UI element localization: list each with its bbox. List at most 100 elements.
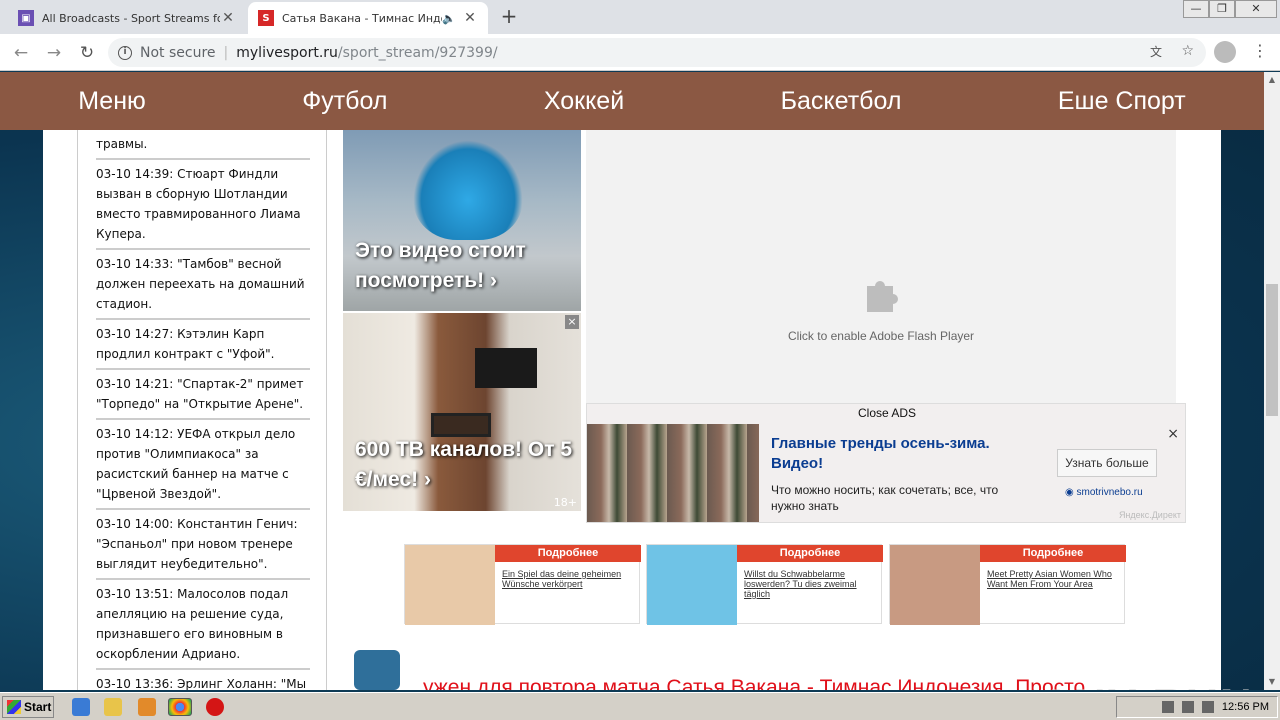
more-button[interactable]: Подробнее — [737, 545, 883, 562]
news-item[interactable]: травмы. — [96, 130, 310, 160]
tab-close-icon[interactable]: ✕ — [462, 10, 478, 26]
tab-all-broadcasts[interactable]: ▣ All Broadcasts - Sport Streams for ea … — [8, 2, 246, 34]
tab-title: All Broadcasts - Sport Streams for ea — [42, 11, 220, 25]
chrome-icon[interactable] — [168, 698, 192, 716]
more-button[interactable]: Подробнее — [495, 545, 641, 562]
news-item[interactable]: 03-10 14:12: УЕФА открыл дело против "Ол… — [96, 420, 310, 510]
folder-icon[interactable] — [104, 698, 122, 716]
volume-icon[interactable] — [1181, 701, 1194, 713]
yandex-direct-ad[interactable]: Close ADS Главные тренды осень-зима. Вид… — [586, 403, 1186, 523]
flash-enable-text: Click to enable Adobe Flash Player — [787, 329, 975, 343]
scroll-down-icon[interactable]: ▼ — [1264, 674, 1280, 690]
tab-title: Сатья Вакана - Тимнас Индоне — [282, 11, 442, 25]
browser-toolbar: ← → ↻ i Not secure | mylivesport.ru/spor… — [0, 34, 1280, 71]
ad-close-icon[interactable]: × — [565, 315, 579, 329]
content-area: травмы. 03-10 14:39: Стюарт Финдли вызва… — [43, 130, 1221, 690]
nav-basketball[interactable]: Баскетбол — [781, 87, 902, 116]
tv-channels-ad[interactable]: × 600 ТВ каналов! От 5 €/мес! › 18+ — [343, 313, 581, 511]
news-item[interactable]: 03-10 14:39: Стюарт Финдли вызван в сбор… — [96, 160, 310, 250]
more-button[interactable]: Подробнее — [980, 545, 1126, 562]
stop-icon[interactable] — [206, 698, 224, 716]
watermark-logo: ANY RUN — [1040, 680, 1254, 690]
nav-menu[interactable]: Меню — [78, 87, 146, 116]
news-time: 03-10 14:21: — [96, 377, 174, 391]
media-player-icon[interactable] — [138, 698, 156, 716]
news-column: травмы. 03-10 14:39: Стюарт Финдли вызва… — [77, 130, 327, 690]
browser-tabbar: ▣ All Broadcasts - Sport Streams for ea … — [0, 0, 1280, 34]
promo-card[interactable]: Подробнее Ein Spiel das deine geheimen W… — [404, 544, 641, 625]
page-viewport: Меню Футбол Хоккей Баскетбол Еше Спорт т… — [0, 72, 1264, 690]
promo-card[interactable]: Подробнее Willst du Schwabbelarme loswer… — [646, 544, 883, 625]
windows-taskbar: Start 12:56 PM — [0, 692, 1280, 720]
ad-domain[interactable]: ◉ smotrivnebo.ru — [1065, 487, 1143, 498]
ad-image — [475, 348, 537, 388]
video-ad[interactable]: Это видео стоит посмотреть! › — [343, 130, 581, 311]
news-time: 03-10 13:36: — [96, 677, 174, 690]
nav-football[interactable]: Футбол — [302, 87, 387, 116]
nav-hockey[interactable]: Хоккей — [544, 87, 624, 116]
site-favicon-icon: S — [258, 10, 274, 26]
promo-card[interactable]: Подробнее Meet Pretty Asian Women Who Wa… — [889, 544, 1126, 625]
system-tray: 12:56 PM — [1116, 696, 1278, 718]
promo-link[interactable]: Willst du Schwabbelarme loswerden? Tu di… — [744, 569, 879, 599]
start-label: Start — [24, 700, 52, 714]
clock[interactable]: 12:56 PM — [1222, 701, 1269, 713]
promo-link[interactable]: Ein Spiel das deine geheimen Wünsche ver… — [502, 569, 637, 589]
scroll-thumb[interactable] — [1266, 284, 1278, 416]
reload-icon[interactable]: ↻ — [76, 42, 98, 64]
profile-avatar-icon[interactable] — [1214, 41, 1236, 63]
news-time: 03-10 14:33: — [96, 257, 174, 271]
network-icon[interactable] — [1161, 701, 1174, 713]
promo-cards: Подробнее Ein Spiel das deine geheimen W… — [404, 544, 1134, 626]
news-text: травмы. — [96, 137, 148, 151]
maximize-button[interactable]: ❐ — [1209, 0, 1235, 18]
speaker-icon[interactable]: 🔈 — [442, 12, 456, 25]
forward-arrow-icon[interactable]: → — [43, 42, 65, 64]
flash-player[interactable]: Click to enable Adobe Flash Player — [586, 130, 1176, 403]
promo-image — [647, 545, 737, 625]
news-item[interactable]: 03-10 14:21: "Спартак-2" примет "Торпедо… — [96, 370, 310, 420]
promo-link[interactable]: Meet Pretty Asian Women Who Want Men Fro… — [987, 569, 1122, 589]
puzzle-plugin-icon — [867, 281, 898, 312]
close-ads-link[interactable]: Close ADS — [587, 406, 1187, 420]
news-time: 03-10 14:00: — [96, 517, 174, 531]
yandex-direct-label: Яндекс.Директ — [1118, 510, 1181, 520]
ad-headline[interactable]: Главные тренды осень-зима. Видео! — [771, 434, 1041, 474]
ie-icon[interactable] — [72, 698, 90, 716]
learn-more-button[interactable]: Узнать больше — [1057, 449, 1157, 477]
ad-image — [413, 140, 523, 240]
news-item[interactable]: 03-10 13:36: Эрлинг Холанн: "Мы доказали… — [96, 670, 310, 690]
tab-current-stream[interactable]: S Сатья Вакана - Тимнас Индоне 🔈 ✕ — [248, 2, 488, 34]
news-item[interactable]: 03-10 14:27: Кэтэлин Карп продлил контра… — [96, 320, 310, 370]
back-arrow-icon[interactable]: ← — [10, 42, 32, 64]
url-separator: | — [223, 44, 229, 61]
shield-icon[interactable] — [1201, 701, 1214, 713]
start-button[interactable]: Start — [2, 696, 54, 718]
nav-more-sports[interactable]: Еше Спорт — [1058, 87, 1186, 116]
new-tab-button[interactable]: + — [498, 6, 520, 28]
promo-image — [405, 545, 495, 625]
news-item[interactable]: 03-10 14:00: Константин Генич: "Эспаньол… — [96, 510, 310, 580]
ad-close-icon[interactable]: × — [1167, 426, 1179, 442]
tab-close-icon[interactable]: ✕ — [220, 10, 236, 26]
news-time: 03-10 14:27: — [96, 327, 174, 341]
news-time: 03-10 14:39: — [96, 167, 174, 181]
url-host: mylivesport.ru — [236, 44, 338, 61]
translate-icon[interactable]: ⽂ — [1150, 43, 1162, 60]
news-item[interactable]: 03-10 13:51: Малосолов подал апелляцию н… — [96, 580, 310, 670]
news-item[interactable]: 03-10 14:33: "Тамбов" весной должен пере… — [96, 250, 310, 320]
age-rating-badge: 18+ — [553, 496, 577, 509]
ad-fashion-image — [587, 424, 759, 522]
app-icon[interactable] — [354, 650, 400, 690]
ad-domain-text: smotrivnebo.ru — [1076, 487, 1143, 498]
close-window-button[interactable]: ✕ — [1235, 0, 1277, 18]
page-scrollbar[interactable]: ▲ ▼ — [1264, 72, 1280, 690]
ad-text: 600 ТВ каналов! От 5 €/мес! › — [355, 438, 573, 491]
address-bar[interactable]: i Not secure | mylivesport.ru/sport_stre… — [108, 38, 1206, 67]
menu-kebab-icon[interactable]: ⋮ — [1252, 41, 1268, 60]
windows-logo-icon — [7, 700, 21, 714]
scroll-up-icon[interactable]: ▲ — [1264, 72, 1280, 88]
minimize-button[interactable]: — — [1183, 0, 1209, 18]
bookmark-star-icon[interactable]: ☆ — [1181, 43, 1194, 59]
info-icon[interactable]: i — [118, 45, 132, 60]
